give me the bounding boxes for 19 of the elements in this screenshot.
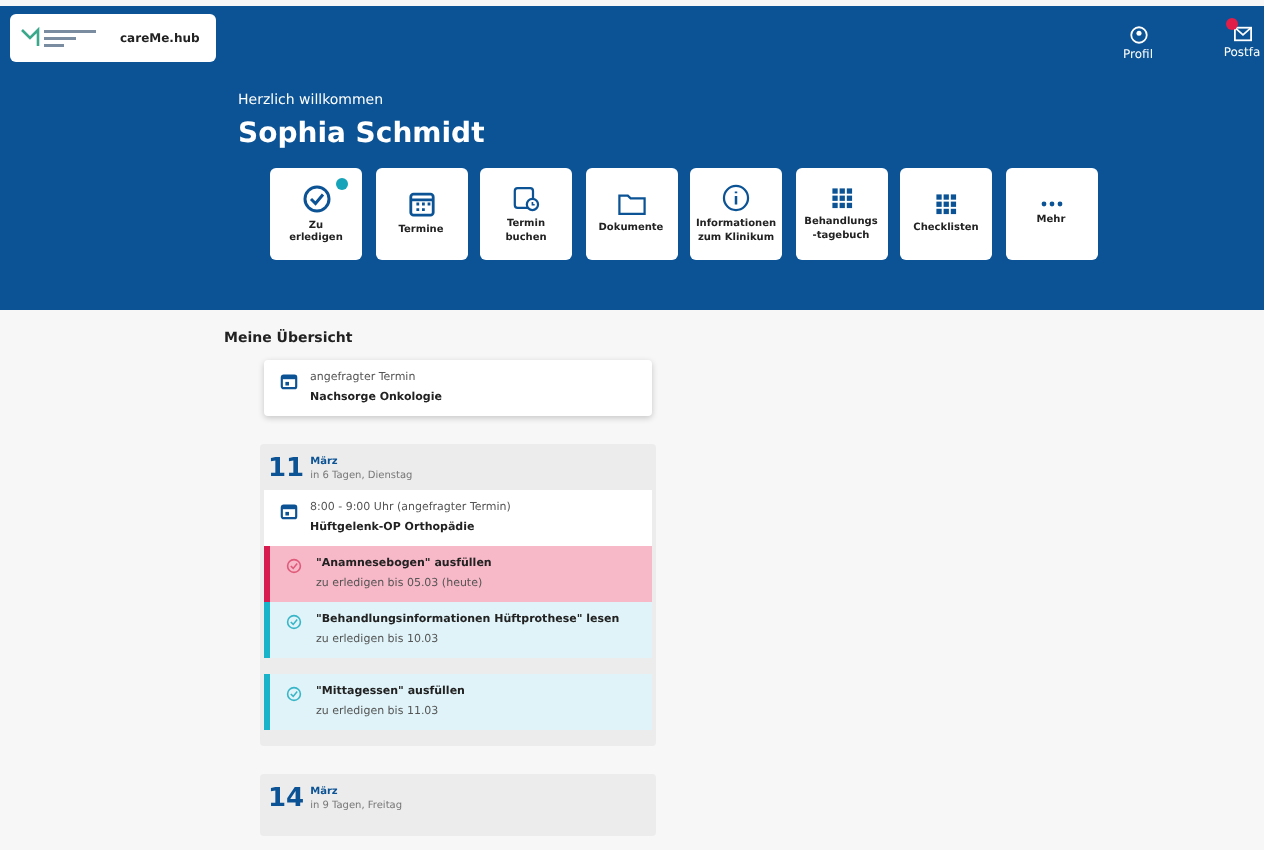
grid-icon — [934, 192, 958, 217]
calendar-icon — [280, 502, 298, 520]
folder-icon — [617, 192, 645, 217]
check-circle-icon — [286, 686, 302, 702]
check-circle-icon — [286, 614, 302, 630]
calendar-clock-icon — [512, 184, 540, 212]
day-number: 14 — [268, 786, 305, 812]
calendar-icon — [407, 190, 435, 219]
grid-icon — [829, 186, 853, 210]
profile-icon — [1129, 26, 1147, 44]
clinic-logo-icon — [20, 26, 100, 50]
check-circle-icon — [301, 183, 331, 213]
mail-icon — [1233, 26, 1251, 42]
more-icon — [1039, 200, 1063, 209]
calendar-icon — [280, 372, 298, 390]
check-circle-icon — [286, 558, 302, 574]
info-icon — [722, 184, 750, 212]
user-name: Sophia Schmidt — [238, 118, 487, 150]
day-number: 11 — [268, 456, 305, 482]
